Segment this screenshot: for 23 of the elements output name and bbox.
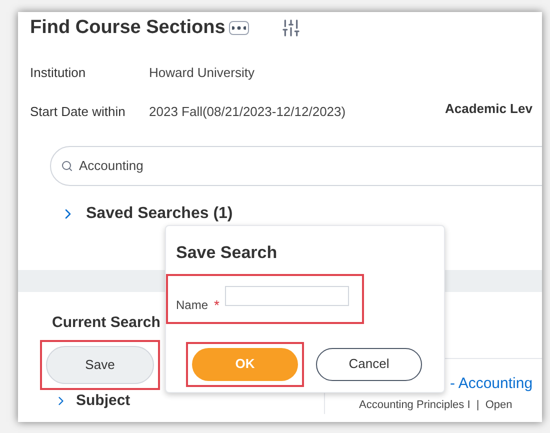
search-field[interactable]: Accounting bbox=[50, 146, 542, 186]
more-button[interactable] bbox=[229, 21, 250, 36]
sliders-icon[interactable] bbox=[281, 18, 302, 38]
name-field[interactable] bbox=[225, 286, 350, 306]
search-value: Accounting bbox=[79, 156, 144, 175]
facet-heading[interactable]: Subject bbox=[76, 390, 130, 412]
cancel-button[interactable]: Cancel bbox=[316, 348, 422, 380]
result-link[interactable]: - Accounting bbox=[450, 372, 542, 395]
filter-value: Howard University bbox=[149, 64, 254, 82]
dialog-title: Save Search bbox=[176, 242, 278, 264]
page-title: Find Course Sections bbox=[30, 16, 226, 40]
result-subtitle: Accounting Principles I | Open bbox=[359, 398, 514, 413]
required-mark: * bbox=[214, 296, 220, 314]
filter-label: Start Date within bbox=[30, 103, 126, 121]
field-label: Name bbox=[176, 296, 208, 314]
save-button[interactable]: Save bbox=[46, 346, 154, 384]
field-label: Academic Lev bbox=[445, 100, 532, 118]
search-icon bbox=[61, 160, 73, 172]
section-heading[interactable]: Saved Searches (1) bbox=[86, 202, 233, 226]
more-icon bbox=[232, 25, 246, 32]
section-heading: Current Search bbox=[52, 312, 162, 332]
filter-label: Institution bbox=[30, 64, 87, 82]
filter-value: 2023 Fall(08/21/2023-12/12/2023) bbox=[149, 103, 346, 121]
